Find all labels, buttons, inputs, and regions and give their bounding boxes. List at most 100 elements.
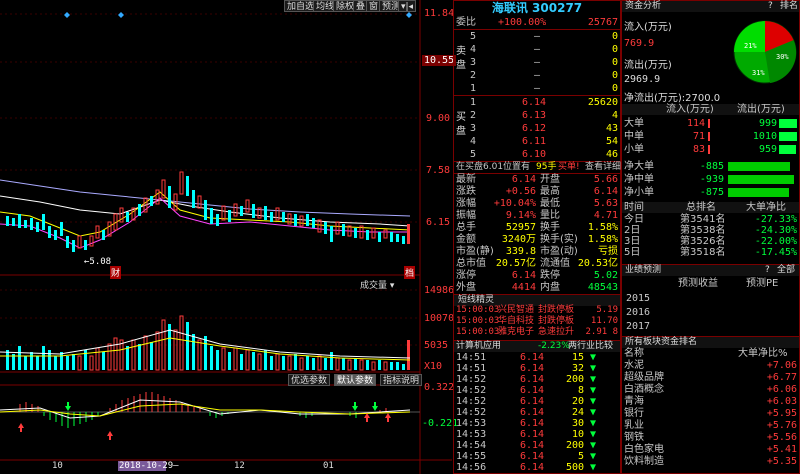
- position-note: 在买盘6.01位置有 95手 买单! 查看详细: [454, 161, 622, 174]
- volume-indicator-label[interactable]: 成交量 ▾: [360, 278, 394, 291]
- pie-label: 21%: [744, 42, 757, 50]
- wizard-row[interactable]: 15:00:03 华自科技 封跌停板 11.70: [454, 316, 620, 327]
- view-detail-link[interactable]: 查看详细: [585, 162, 621, 173]
- tick-row: 14:55 6.14 5 ▼: [456, 451, 597, 462]
- quote-row: 涨幅 +10.04% 最低 5.63: [456, 198, 618, 209]
- rank-row: 3日 第3526名 -22.00%: [624, 236, 797, 247]
- quote-row: 外盘 4414 内盘 48543: [456, 282, 618, 293]
- tick-row: 14:54 6.14 200 ▼: [456, 440, 597, 451]
- buy-row[interactable]: 3 6.12 43: [454, 123, 620, 134]
- allsector-row[interactable]: 乳业 +5.76: [622, 420, 799, 431]
- outflow-value: 2969.9: [624, 74, 661, 85]
- volume-axis-label: 10070: [424, 313, 455, 324]
- weibi-count: 25767: [587, 17, 618, 28]
- net-outflow: 净流出(万元):2700.0: [624, 93, 721, 104]
- sell-row[interactable]: 1—0: [454, 83, 620, 94]
- volume-axis-label: 5035: [424, 340, 449, 351]
- weibi-label: 委比: [456, 17, 476, 28]
- flow-table-row: 小单 83 959: [622, 144, 799, 155]
- tick-row: 14:52 6.14 200 ▼: [456, 374, 597, 385]
- sell-row[interactable]: 2—0: [454, 70, 620, 81]
- chart-area[interactable]: 加自选 均线 除权 叠 窗 预测 ▾|◂ 11.84 10.55 9.00 7.…: [0, 0, 458, 474]
- allsector-header: 所有板块资金排名: [622, 336, 799, 348]
- buy-row[interactable]: 5 6.10 46: [454, 149, 620, 160]
- tick-row: 14:52 6.14 8 ▼: [456, 385, 597, 396]
- tick-row: 14:51 6.14 32 ▼: [456, 363, 597, 374]
- date-axis-selected[interactable]: 2018-10-29—: [119, 461, 179, 471]
- allsector-row[interactable]: 饮料制造 +5.35: [622, 456, 799, 467]
- sort-column[interactable]: 大单净比%: [738, 348, 788, 359]
- pie-label: 30%: [776, 53, 789, 61]
- allsector-head: 名称 大单净比%: [624, 348, 788, 359]
- quote-row: 最新 6.14 开盘 5.66: [456, 174, 618, 185]
- volume-label: 成交量: [360, 281, 388, 291]
- net-row: 净小单 -875: [622, 187, 799, 198]
- inflow-value: 769.9: [624, 38, 655, 49]
- forecast-year: 2016: [626, 307, 651, 318]
- allsector-row[interactable]: 超级品牌 +6.77: [622, 372, 799, 383]
- outflow-label: 流出(万元): [624, 60, 672, 71]
- rank-row: 今日 第3541名 -27.33%: [624, 214, 797, 225]
- sector-bar[interactable]: 计算机应用 -2.23% 两行业比较: [454, 340, 620, 352]
- stock-title: 海联讯 300277: [454, 1, 620, 16]
- quote-row: 金额 3240万 换手(实) 1.58%: [456, 234, 618, 245]
- btn-optimal-params[interactable]: 优选参数: [288, 374, 331, 386]
- btn-indicator-help[interactable]: 指标说明: [380, 374, 423, 386]
- allsector-row[interactable]: 白色家电 +5.41: [622, 444, 799, 455]
- sell-row[interactable]: 5—0: [454, 31, 620, 42]
- buy-row[interactable]: 4 6.11 54: [454, 136, 620, 147]
- quote-row: 振幅 9.14% 量比 4.71: [456, 210, 618, 221]
- inflow-label: 流入(万元): [624, 22, 672, 33]
- weibi-value: +100.00%: [498, 17, 547, 28]
- compare-link[interactable]: 两行业比较: [568, 341, 613, 352]
- forecast-header: 业绩预测 ? 全部: [622, 264, 799, 276]
- fund-panel: 资金分析 ? 排名 流入(万元) 769.9 流出(万元) 2969.9 净流出…: [621, 0, 800, 474]
- quote-panel: 海联讯 300277 委比 +100.00% 25767 卖盘 5—0 4—0 …: [453, 0, 621, 474]
- badge-cai[interactable]: 财: [110, 266, 122, 279]
- btn-default-params[interactable]: 默认参数: [334, 374, 377, 386]
- allsector-row[interactable]: 青海 +6.03: [622, 396, 799, 407]
- sell-row[interactable]: 4—0: [454, 44, 620, 55]
- quote-row: 总市值 20.57亿 流通值 20.53亿: [456, 258, 618, 269]
- kline-chart[interactable]: [0, 0, 452, 474]
- help-icon[interactable]: ?: [768, 1, 773, 12]
- flow-table-head: 流入(万元) 流出(万元): [622, 104, 799, 115]
- rank-link[interactable]: 排名: [780, 1, 798, 12]
- stock-name: 海联讯: [491, 1, 528, 15]
- allsector-row[interactable]: 钢铁 +5.56: [622, 432, 799, 443]
- allsector-row[interactable]: 银行 +5.95: [622, 408, 799, 419]
- quote-row: 市盈(静) 339.8 市盈(动) 亏损: [456, 246, 618, 257]
- help-icon[interactable]: ?: [765, 265, 770, 276]
- macd-axis-label: 0.322: [424, 382, 455, 393]
- tick-row: 14:51 6.14 15 ▼: [456, 352, 597, 363]
- rank-head: 时间 总排名 大单净比: [622, 202, 799, 213]
- flow-table-row: 大单 114 999: [622, 118, 799, 129]
- all-link[interactable]: 全部: [777, 265, 795, 276]
- badge-xi[interactable]: 档: [404, 266, 416, 279]
- allsector-row[interactable]: 水泥 +7.06: [622, 360, 799, 371]
- allsector-row[interactable]: 白酒概念 +6.06: [622, 384, 799, 395]
- buy-row[interactable]: 2 6.13 4: [454, 110, 620, 121]
- net-row: 净大单 -885: [622, 161, 799, 172]
- tick-row: 14:53 6.14 10 ▼: [456, 429, 597, 440]
- sell-row[interactable]: 3—0: [454, 57, 620, 68]
- tick-row: 14:56 6.14 500 ▼: [456, 462, 597, 473]
- quote-row: 涨停 6.14 跌停 5.02: [456, 270, 618, 281]
- date-axis-label: 10: [52, 461, 63, 471]
- wizard-row[interactable]: 15:00:03 兴民智通 封跌停板 5.19: [454, 305, 620, 316]
- fund-header: 资金分析 ? 排名: [622, 1, 799, 12]
- forecast-year: 2017: [626, 321, 651, 332]
- net-row: 净中单 -939: [622, 174, 799, 185]
- volume-axis-label: 14986: [424, 285, 455, 296]
- tick-row: 14:52 6.14 20 ▼: [456, 396, 597, 407]
- fund-pie-chart: 21% 31% 30%: [733, 20, 797, 84]
- quote-row: 涨跌 +0.56 最高 6.14: [456, 186, 618, 197]
- flow-table-row: 中单 71 1010: [622, 131, 799, 142]
- wizard-row[interactable]: 15:00:03 雅克电子 急速拉升 2.91 8: [454, 327, 620, 338]
- forecast-head: 预测收益 预测PE: [678, 278, 779, 289]
- buy-row[interactable]: 1 6.14 25620: [454, 97, 620, 108]
- tick-row: 14:53 6.14 30 ▼: [456, 418, 597, 429]
- date-axis-label: 12: [234, 461, 245, 471]
- volume-axis-label: X10: [424, 361, 443, 372]
- quote-row: 总手 52957 换手 1.58%: [456, 222, 618, 233]
